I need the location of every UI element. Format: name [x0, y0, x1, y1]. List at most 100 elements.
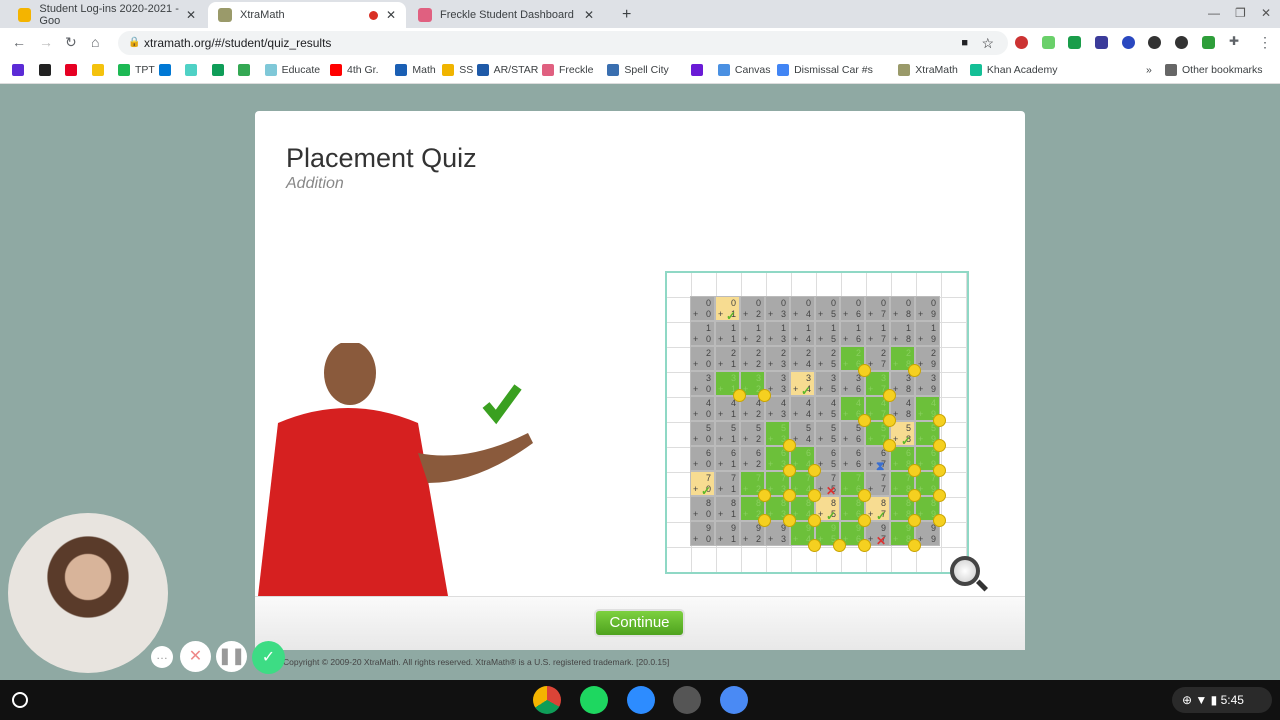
copyright: Copyright © 2009-20 XtraMath. All rights…: [283, 657, 670, 667]
smiley-icon: [858, 514, 871, 527]
launcher-icon[interactable]: [12, 692, 28, 708]
tab-student-logins[interactable]: Student Log-ins 2020-2021 - Goo ✕: [8, 2, 206, 28]
continue-button[interactable]: Continue: [594, 609, 685, 637]
bookmark[interactable]: TPT: [118, 64, 155, 76]
home-icon[interactable]: ⌂: [91, 34, 99, 50]
extension-icon[interactable]: [1042, 36, 1055, 49]
bookmark[interactable]: [91, 64, 109, 76]
chrome-icon[interactable]: [533, 686, 561, 714]
smiley-icon: [858, 364, 871, 377]
fact-cell: 4 +4: [790, 396, 815, 421]
close-tab-icon[interactable]: ✕: [386, 8, 396, 22]
wrong-icon: ✕: [876, 534, 887, 548]
more-bookmarks-icon[interactable]: »: [1146, 64, 1152, 76]
card-footer: Continue: [255, 596, 1025, 650]
bookmark[interactable]: [691, 64, 708, 76]
smiley-icon: [858, 539, 871, 552]
star-icon[interactable]: ☆: [981, 31, 994, 55]
add-icon: ⊕: [1182, 693, 1193, 707]
bookmark[interactable]: Educate: [264, 64, 320, 76]
classroom-icon[interactable]: [1202, 36, 1215, 49]
forward-icon[interactable]: →: [39, 34, 53, 50]
close-tab-icon[interactable]: ✕: [186, 8, 196, 22]
cast-icon[interactable]: [1068, 36, 1081, 49]
fact-cell: 2 +5: [815, 346, 840, 371]
extension-icon[interactable]: [1148, 36, 1161, 49]
bookmark[interactable]: 4th Gr.: [330, 64, 379, 76]
bookmark-icon: [118, 64, 130, 76]
close-tab-icon[interactable]: ✕: [584, 8, 594, 22]
minimize-icon[interactable]: —: [1208, 6, 1220, 20]
close-window-icon[interactable]: ✕: [1261, 6, 1271, 20]
menu-icon[interactable]: ⋮: [1258, 34, 1272, 51]
address-bar[interactable]: 🔒 xtramath.org/#/student/quiz_results ■ ☆: [118, 31, 1008, 55]
fact-cell: 3 +1: [715, 371, 746, 402]
bookmark[interactable]: Dismissal Car #s: [777, 64, 873, 76]
cancel-recording-icon[interactable]: ✕: [180, 641, 211, 672]
fact-cell: 1 +1: [715, 321, 740, 346]
other-bookmarks[interactable]: Other bookmarks: [1165, 64, 1263, 76]
fact-cell: 7 +2: [740, 471, 771, 502]
bookmark[interactable]: Khan Academy: [969, 64, 1058, 76]
new-tab-button[interactable]: +: [612, 2, 641, 28]
fact-cell: 1 +9: [915, 321, 940, 346]
bookmark[interactable]: [185, 64, 202, 76]
back-icon[interactable]: ←: [12, 34, 26, 50]
extension-icon[interactable]: [1122, 36, 1135, 49]
check-icon: ✓: [876, 509, 887, 523]
reload-icon[interactable]: ↻: [65, 34, 77, 51]
bookmark[interactable]: [12, 64, 29, 76]
bookmark[interactable]: XtraMath: [898, 64, 958, 76]
zoom-icon[interactable]: [627, 686, 655, 714]
status-tray[interactable]: ⊕ ▼ ▮ 5:45: [1172, 687, 1272, 713]
camera-icon[interactable]: ■: [961, 31, 968, 55]
extension-icon[interactable]: [1095, 36, 1108, 49]
fact-cell: 4 +9: [915, 396, 946, 427]
bookmark[interactable]: [211, 64, 229, 76]
extension-icon[interactable]: [1175, 36, 1188, 49]
fact-cell: 9 +0: [690, 521, 715, 546]
pause-icon[interactable]: ❚❚: [216, 641, 247, 672]
webcam-bubble[interactable]: [8, 513, 168, 673]
bookmark-icon: [969, 64, 982, 76]
bookmark[interactable]: [38, 64, 56, 76]
bookmark[interactable]: SS: [442, 64, 473, 76]
tab-xtramath[interactable]: XtraMath ✕: [208, 2, 406, 28]
fact-cell: 6 +2: [740, 446, 765, 471]
fact-cell: 1 +2: [740, 321, 765, 346]
camera-app-icon[interactable]: [673, 686, 701, 714]
bookmark[interactable]: [158, 64, 176, 76]
bookmark[interactable]: Math: [395, 64, 436, 76]
smiley-icon: [883, 439, 896, 452]
fact-cell: 3 +0: [690, 371, 715, 396]
puzzle-icon[interactable]: ✚: [1229, 34, 1239, 48]
fact-cell: 2 +8: [890, 346, 921, 377]
bookmark[interactable]: [238, 64, 255, 76]
bookmark[interactable]: Freckle: [542, 64, 593, 76]
restore-icon[interactable]: ❐: [1235, 6, 1246, 20]
fact-cell: 0 +4: [790, 296, 815, 321]
fact-cell: 0 +9: [915, 296, 940, 321]
tab-bar: Student Log-ins 2020-2021 - Goo ✕ XtraMat…: [0, 0, 1280, 28]
bookmark[interactable]: AR/STAR: [476, 64, 538, 76]
bookmark-icon: [777, 64, 790, 76]
fact-cell: 5 +2: [740, 421, 765, 446]
tab-freckle[interactable]: Freckle Student Dashboard ✕: [408, 2, 604, 28]
extension-icon[interactable]: [1015, 36, 1028, 49]
spotify-icon[interactable]: [580, 686, 608, 714]
bookmark[interactable]: Spell City: [607, 64, 669, 76]
settings-icon[interactable]: [720, 686, 748, 714]
magnifier-icon[interactable]: [950, 556, 980, 586]
more-icon[interactable]: …: [151, 646, 173, 668]
smiley-icon: [933, 414, 946, 427]
smiley-icon: [908, 514, 921, 527]
bookmark[interactable]: [65, 64, 82, 76]
smiley-icon: [883, 414, 896, 427]
smiley-icon: [733, 389, 746, 402]
fact-cell: 1 +0: [690, 321, 715, 346]
fact-cell: 5 +5: [815, 421, 840, 446]
bookmark[interactable]: Canvas: [717, 64, 771, 76]
done-recording-icon[interactable]: ✓: [252, 641, 285, 674]
smiley-icon: [908, 489, 921, 502]
smiley-icon: [908, 364, 921, 377]
